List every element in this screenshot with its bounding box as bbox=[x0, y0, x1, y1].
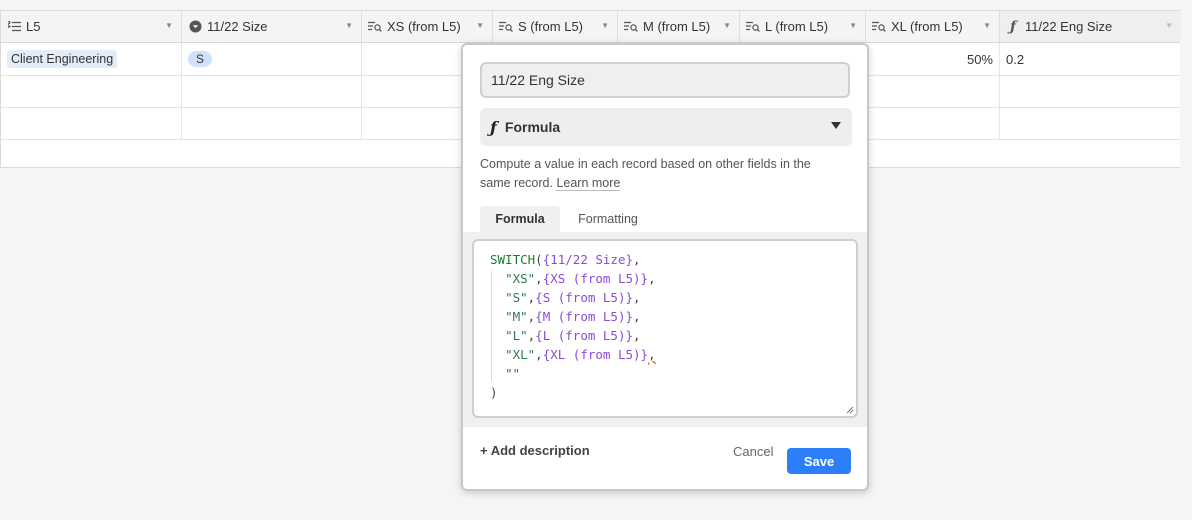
column-header-eng-size[interactable]: ƒ 11/22 Eng Size ▼ bbox=[1000, 11, 1181, 42]
grid-header: L5 ▼ 11/22 Size ▼ XS (from L5) ▼ S (from… bbox=[1, 11, 1181, 43]
linked-record-chip[interactable]: Client Engineering bbox=[7, 50, 118, 68]
formula-function: SWITCH bbox=[490, 252, 536, 267]
linked-record-icon bbox=[7, 20, 21, 34]
chevron-down-icon[interactable]: ▼ bbox=[345, 21, 353, 30]
column-label: XS (from L5) bbox=[387, 19, 461, 34]
field-editor-dialog: ƒ Formula Compute a value in each record… bbox=[461, 43, 869, 491]
chevron-down-icon[interactable]: ▼ bbox=[849, 21, 857, 30]
cell-value: 50% bbox=[966, 51, 993, 67]
formula-icon: ƒ bbox=[490, 117, 497, 137]
column-header-xs[interactable]: XS (from L5) ▼ bbox=[362, 11, 493, 42]
column-label: S (from L5) bbox=[518, 19, 584, 34]
tab-formatting[interactable]: Formatting bbox=[567, 206, 649, 232]
select-chip: S bbox=[188, 51, 213, 67]
column-header-s[interactable]: S (from L5) ▼ bbox=[493, 11, 618, 42]
lookup-icon bbox=[499, 20, 513, 34]
formula-case-key: "L" bbox=[505, 328, 528, 343]
cell-xl[interactable] bbox=[866, 107, 1000, 139]
formula-case-key: "M" bbox=[505, 309, 528, 324]
field-type-select[interactable]: ƒ Formula bbox=[480, 108, 852, 146]
field-type-description: Compute a value in each record based on … bbox=[480, 155, 840, 193]
formula-case-key: "XL" bbox=[505, 347, 536, 362]
cell-xl[interactable]: 50% bbox=[866, 43, 1000, 75]
caret-down-icon bbox=[831, 122, 841, 129]
cancel-button[interactable]: Cancel bbox=[733, 444, 773, 459]
formula-case-value: {XL (from L5)} bbox=[542, 347, 649, 362]
dialog-footer: + Add description Cancel Save bbox=[463, 435, 867, 485]
chevron-down-icon[interactable]: ▼ bbox=[476, 21, 484, 30]
formula-case-key: "XS" bbox=[505, 271, 536, 286]
formula-panel: SWITCH({11/22 Size}, "XS",{XS (from L5)}… bbox=[463, 232, 867, 427]
formula-field-ref: {11/22 Size} bbox=[542, 252, 633, 267]
column-header-m[interactable]: M (from L5) ▼ bbox=[618, 11, 740, 42]
chevron-down-icon[interactable]: ▼ bbox=[1165, 21, 1173, 30]
cell-size[interactable]: S bbox=[182, 43, 362, 75]
formula-code[interactable]: SWITCH({11/22 Size}, "XS",{XS (from L5)}… bbox=[490, 250, 656, 402]
column-header-size[interactable]: 11/22 Size ▼ bbox=[182, 11, 362, 42]
field-name-input[interactable] bbox=[480, 62, 850, 98]
column-header-l[interactable]: L (from L5) ▼ bbox=[740, 11, 866, 42]
lookup-icon bbox=[746, 20, 760, 34]
column-header-xl[interactable]: XL (from L5) ▼ bbox=[866, 11, 1000, 42]
cell-eng-size[interactable]: 0.2 bbox=[1000, 43, 1181, 75]
column-label: L5 bbox=[26, 19, 41, 34]
cell-eng-size[interactable] bbox=[1000, 107, 1181, 139]
formula-case-value: {L (from L5)} bbox=[535, 328, 634, 343]
cell-size[interactable] bbox=[182, 75, 362, 107]
column-header-l5[interactable]: L5 ▼ bbox=[1, 11, 182, 42]
chevron-down-icon[interactable]: ▼ bbox=[165, 21, 173, 30]
formula-case-key: "S" bbox=[505, 290, 528, 305]
tab-formula[interactable]: Formula bbox=[480, 206, 560, 232]
field-type-label: Formula bbox=[504, 119, 561, 135]
formula-case-value: {XS (from L5)} bbox=[542, 271, 649, 286]
resize-handle-icon[interactable] bbox=[846, 406, 854, 414]
column-label: 11/22 Size bbox=[207, 19, 268, 34]
lookup-icon bbox=[368, 20, 382, 34]
add-description-button[interactable]: + Add description bbox=[480, 443, 590, 458]
column-label: L (from L5) bbox=[765, 19, 829, 34]
formula-close: ) bbox=[490, 385, 498, 400]
lookup-icon bbox=[624, 20, 638, 34]
column-label: M (from L5) bbox=[643, 19, 711, 34]
formula-default: "" bbox=[505, 366, 521, 381]
formula-editor[interactable]: SWITCH({11/22 Size}, "XS",{XS (from L5)}… bbox=[472, 239, 858, 418]
column-label: XL (from L5) bbox=[891, 19, 963, 34]
cell-l5[interactable] bbox=[1, 75, 182, 107]
cell-size[interactable] bbox=[182, 107, 362, 139]
description-text: Compute a value in each record based on … bbox=[480, 157, 811, 190]
formula-icon: ƒ bbox=[1009, 18, 1017, 35]
cell-l5[interactable]: Client Engineering bbox=[1, 43, 182, 75]
chevron-down-icon[interactable]: ▼ bbox=[601, 21, 609, 30]
editor-tabs: Formula Formatting bbox=[463, 206, 867, 232]
learn-more-link[interactable]: Learn more bbox=[556, 176, 621, 191]
cell-xl[interactable] bbox=[866, 75, 1000, 107]
cell-l5[interactable] bbox=[1, 107, 182, 139]
cell-eng-size[interactable] bbox=[1000, 75, 1181, 107]
cell-value: 0.2 bbox=[1006, 51, 1025, 67]
formula-case-value: {S (from L5)} bbox=[535, 290, 634, 305]
single-select-icon bbox=[188, 20, 202, 34]
chevron-down-icon[interactable]: ▼ bbox=[983, 21, 991, 30]
save-button[interactable]: Save bbox=[787, 448, 851, 474]
column-label: 11/22 Eng Size bbox=[1025, 19, 1113, 34]
chevron-down-icon[interactable]: ▼ bbox=[723, 21, 731, 30]
lookup-icon bbox=[872, 20, 886, 34]
formula-case-value: {M (from L5)} bbox=[535, 309, 634, 324]
